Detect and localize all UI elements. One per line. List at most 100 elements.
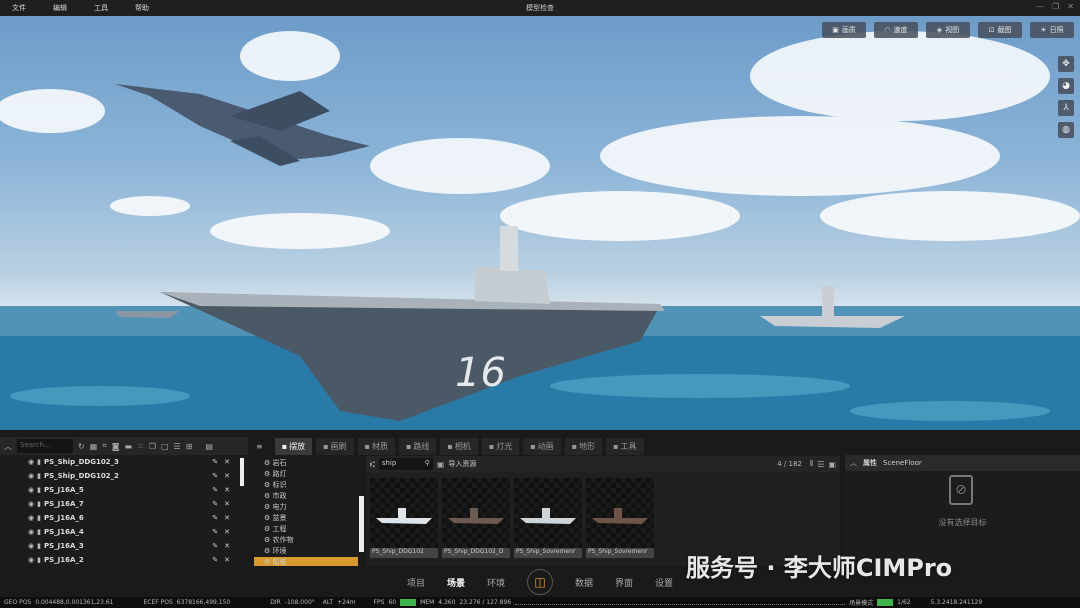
tab-4[interactable]: ▪ 相机: [440, 438, 478, 455]
delete-icon[interactable]: ✕: [224, 486, 236, 494]
focus-icon[interactable]: ⌗: [102, 441, 107, 451]
refresh-icon[interactable]: ↻: [78, 442, 85, 451]
nav-settings[interactable]: 设置: [655, 576, 673, 589]
category-item[interactable]: ⚙ 工程: [254, 524, 358, 535]
nav-project[interactable]: 项目: [407, 576, 425, 589]
delete-icon[interactable]: ✕: [224, 514, 236, 522]
nav-scene[interactable]: 场景: [447, 576, 465, 589]
category-scrollbar[interactable]: [359, 496, 364, 552]
camera-icon[interactable]: ◙: [112, 442, 120, 451]
delete-icon[interactable]: ✕: [224, 556, 236, 564]
collapse-icon[interactable]: ︿: [850, 458, 857, 468]
eye-icon[interactable]: ◉: [28, 514, 34, 522]
screenshot-button[interactable]: ⊡ 截图: [978, 22, 1022, 38]
tab-1[interactable]: ▪ 画刷: [316, 438, 354, 455]
minimize-icon[interactable]: —: [1036, 2, 1044, 11]
asset-thumbnail[interactable]: PS_Ship_DDG102_D: [442, 478, 510, 558]
edit-icon[interactable]: ✎: [212, 486, 224, 494]
menu-help[interactable]: 帮助: [129, 3, 170, 13]
grid-view-icon[interactable]: ⫴: [810, 459, 813, 469]
category-item[interactable]: ⚙ 标识: [254, 480, 358, 491]
outliner-item[interactable]: ◉ ▮ PS_J16A_4 ✎✕: [0, 525, 248, 539]
asset-thumbnail[interactable]: PS_Ship_Sovremenr: [514, 478, 582, 558]
edit-icon[interactable]: ✎: [212, 542, 224, 550]
eye-icon[interactable]: ◉: [28, 556, 34, 564]
globe-icon[interactable]: ◕: [1058, 78, 1074, 94]
mode-toggle[interactable]: [877, 599, 894, 606]
tab-8[interactable]: ▪ 工具: [606, 438, 644, 455]
outliner-item[interactable]: ◉ ▮ PS_Ship_DDG102_2 ✎✕: [0, 469, 248, 483]
asset-search-input[interactable]: ship ⚲: [378, 458, 433, 470]
eye-icon[interactable]: ◉: [28, 542, 34, 550]
edit-icon[interactable]: ✎: [212, 556, 224, 564]
grid-icon[interactable]: ▦: [90, 442, 98, 451]
outliner-item[interactable]: ◉ ▮ PS_J16A_3 ✎✕: [0, 539, 248, 553]
speed-button[interactable]: ◠ 速度: [874, 22, 918, 38]
category-item[interactable]: ⚙ 路灯: [254, 469, 358, 480]
outliner-scrollbar[interactable]: [240, 458, 244, 486]
3d-viewport[interactable]: 16 ▣ 画质 ◠ 速度 ◈ 视图 ⊡ 截图 ☀ 日照 ✥ ◕ ⅄ ◍: [0, 16, 1080, 430]
axis-icon[interactable]: ⅄: [1058, 100, 1074, 116]
app-logo-icon[interactable]: ◫: [527, 569, 553, 595]
asset-thumbnail[interactable]: PS_Ship_DDG102: [370, 478, 438, 558]
eye-icon[interactable]: ◉: [28, 472, 34, 480]
square-icon[interactable]: □: [161, 442, 169, 451]
outliner-item[interactable]: ◉ ▮ PS_J16A_7 ✎✕: [0, 497, 248, 511]
category-item[interactable]: ⚙ 环境: [254, 546, 358, 557]
edit-icon[interactable]: ✎: [212, 472, 224, 480]
move-icon[interactable]: ✥: [1058, 56, 1074, 72]
export-icon[interactable]: ⊞: [186, 442, 193, 451]
edit-icon[interactable]: ✎: [212, 458, 224, 466]
edit-icon[interactable]: ✎: [212, 514, 224, 522]
category-item[interactable]: ⚙ 船舶: [254, 557, 358, 566]
list-view-icon[interactable]: ☰: [817, 460, 824, 469]
outliner-search-input[interactable]: Search...: [17, 439, 73, 453]
delete-icon[interactable]: ✕: [224, 458, 236, 466]
collapse-icon[interactable]: ︿: [4, 441, 12, 452]
asset-thumbnail[interactable]: PS_Ship_Sovremenr: [586, 478, 654, 558]
outliner-item[interactable]: ◉ ▮ PS_J16A_6 ✎✕: [0, 511, 248, 525]
earth-icon[interactable]: ◍: [1058, 122, 1074, 138]
nav-environment[interactable]: 环境: [487, 576, 505, 589]
eye-icon[interactable]: ◉: [28, 500, 34, 508]
timeline[interactable]: [515, 601, 846, 605]
menu-toggle-icon[interactable]: ≡: [256, 442, 263, 451]
import-asset-button[interactable]: 导入资源: [448, 459, 476, 469]
tab-0[interactable]: ▪ 摆放: [274, 438, 313, 455]
menu-tools[interactable]: 工具: [88, 3, 129, 13]
nav-interface[interactable]: 界面: [615, 576, 633, 589]
edit-icon[interactable]: ✎: [212, 500, 224, 508]
quality-button[interactable]: ▣ 画质: [822, 22, 866, 38]
delete-icon[interactable]: ✕: [224, 472, 236, 480]
category-item[interactable]: ⚙ 农作物: [254, 535, 358, 546]
delete-icon[interactable]: ✕: [224, 542, 236, 550]
category-item[interactable]: ⚙ 电力: [254, 502, 358, 513]
maximize-icon[interactable]: ❐: [1052, 2, 1059, 11]
eye-icon[interactable]: ◉: [28, 528, 34, 536]
edit-icon[interactable]: ✎: [212, 528, 224, 536]
tab-7[interactable]: ▪ 地形: [564, 438, 603, 455]
select-icon[interactable]: ⁙: [137, 442, 144, 451]
layout-icon[interactable]: ▤: [205, 442, 213, 451]
eye-icon[interactable]: ◉: [28, 458, 34, 466]
category-item[interactable]: ⚙ 岩石: [254, 458, 358, 469]
outliner-item[interactable]: ◉ ▮ PS_Ship_DDG102_3 ✎✕: [0, 455, 248, 469]
outliner-item[interactable]: ◉ ▮ PS_J16A_5 ✎✕: [0, 483, 248, 497]
close-icon[interactable]: ✕: [1067, 2, 1074, 11]
sunlight-button[interactable]: ☀ 日照: [1030, 22, 1074, 38]
menu-edit[interactable]: 编辑: [47, 3, 88, 13]
tab-2[interactable]: ▪ 材质: [357, 438, 395, 455]
copy-icon[interactable]: ❐: [149, 442, 156, 451]
eye-icon[interactable]: ◉: [28, 486, 34, 494]
delete-icon[interactable]: ✕: [224, 528, 236, 536]
nav-data[interactable]: 数据: [575, 576, 593, 589]
menu-file[interactable]: 文件: [6, 3, 47, 13]
outliner-item[interactable]: ◉ ▮ PS_J16A_2 ✎✕: [0, 553, 248, 567]
category-item[interactable]: ⚙ 市政: [254, 491, 358, 502]
filter-icon[interactable]: ⑆: [370, 460, 375, 469]
tab-6[interactable]: ▪ 动画: [523, 438, 561, 455]
delete-icon[interactable]: ✕: [224, 500, 236, 508]
tab-5[interactable]: ▪ 灯光: [481, 438, 520, 455]
list-icon[interactable]: ☰: [174, 442, 181, 451]
detail-view-icon[interactable]: ▣: [828, 460, 836, 469]
